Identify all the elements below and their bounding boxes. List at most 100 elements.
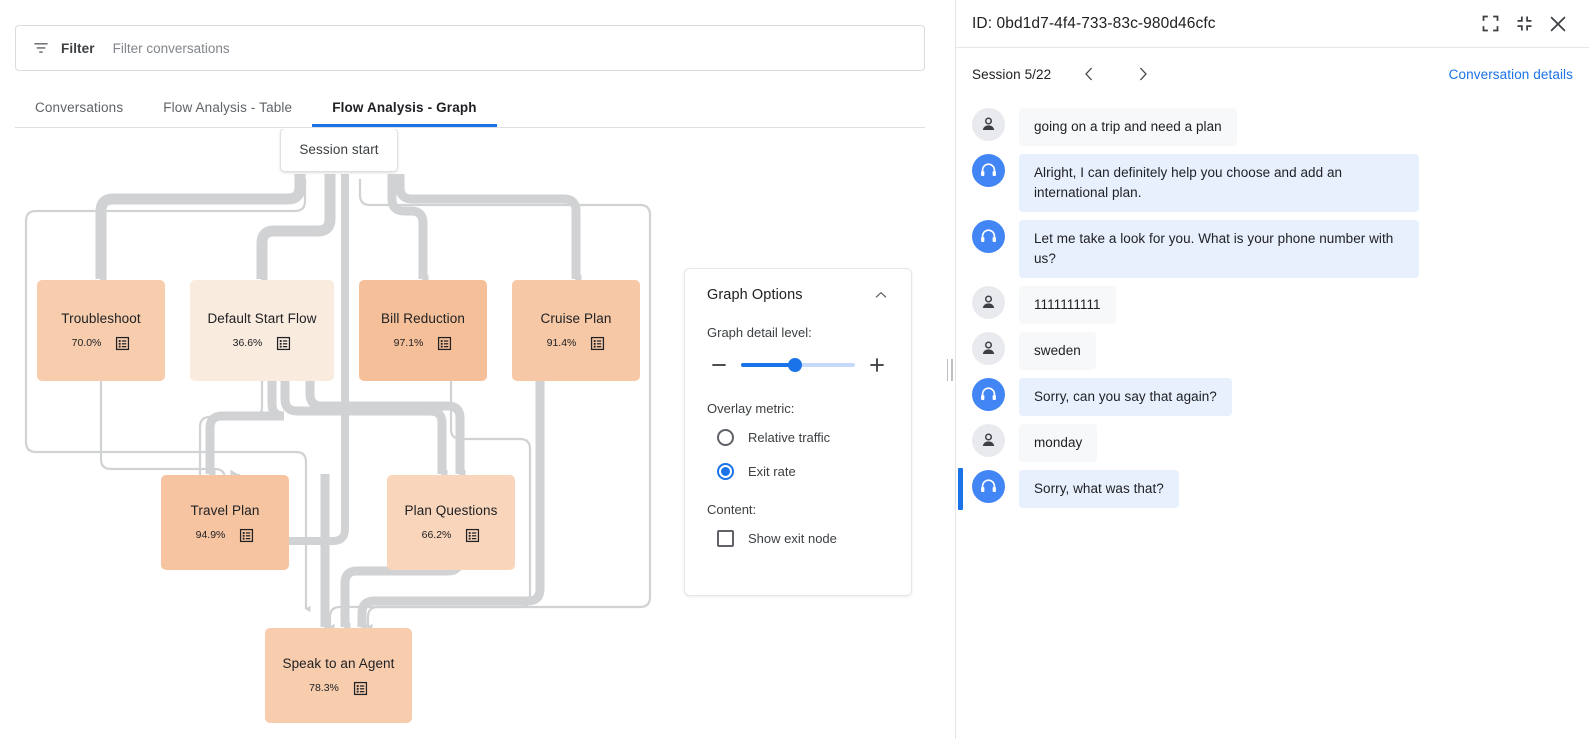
filter-icon (32, 39, 50, 57)
message-row: Sorry, can you say that again? (956, 374, 1589, 420)
chevron-left-icon (1080, 65, 1098, 83)
slider-fill (741, 363, 795, 367)
expand-icon (1480, 13, 1501, 34)
tab-label: Flow Analysis - Table (163, 100, 292, 115)
list-icon[interactable] (590, 336, 605, 351)
message-bubble: going on a trip and need a plan (1019, 108, 1237, 146)
avatar (972, 378, 1005, 411)
tab-label: Flow Analysis - Graph (332, 100, 476, 115)
node-label: Cruise Plan (541, 311, 612, 327)
message-bubble: sweden (1019, 332, 1096, 370)
filter-bar[interactable]: Filter Filter conversations (15, 25, 925, 71)
person-icon (979, 293, 998, 312)
message-row: going on a trip and need a plan (956, 104, 1589, 150)
node-label: Bill Reduction (381, 311, 465, 327)
headset-icon (979, 227, 998, 246)
conversation-id: ID: 0bd1d7-4f4-733-83c-980d46cfc (972, 15, 1473, 33)
node-label: Session start (299, 142, 378, 158)
radio-relative-traffic[interactable]: Relative traffic (707, 420, 889, 454)
node-percentage: 66.2% (422, 529, 452, 541)
filter-label: Filter (61, 41, 95, 56)
session-nav-group (1073, 58, 1159, 90)
graph-options-panel: Graph Options Graph detail level: (684, 268, 912, 596)
graph-options-header[interactable]: Graph Options (707, 287, 889, 303)
radio-button[interactable] (717, 429, 734, 446)
avatar (972, 286, 1005, 319)
node-percentage: 97.1% (394, 337, 424, 349)
close-icon (1547, 13, 1569, 35)
node-meta: 94.9% (196, 528, 255, 543)
checkbox-control[interactable] (717, 530, 734, 547)
message-row-highlighted: Sorry, what was that? (956, 466, 1589, 512)
headset-icon (979, 477, 998, 496)
person-icon (979, 339, 998, 358)
person-icon (979, 431, 998, 450)
graph-node-troubleshoot[interactable]: Troubleshoot 70.0% (37, 280, 165, 381)
message-row: sweden (956, 328, 1589, 374)
node-meta: 66.2% (422, 528, 481, 543)
node-percentage: 36.6% (233, 337, 263, 349)
node-percentage: 91.4% (547, 337, 577, 349)
session-navigation-bar: Session 5/22 Conversation details (956, 48, 1589, 100)
avatar (972, 332, 1005, 365)
tab-flow-analysis-table[interactable]: Flow Analysis - Table (143, 88, 312, 127)
message-bubble: Let me take a look for you. What is your… (1019, 220, 1419, 278)
tab-flow-analysis-graph[interactable]: Flow Analysis - Graph (312, 88, 496, 127)
app-root: Filter Filter conversations Conversation… (0, 0, 1589, 739)
radio-button[interactable] (717, 463, 734, 480)
graph-node-cruise-plan[interactable]: Cruise Plan 91.4% (512, 280, 640, 381)
increase-detail-button[interactable] (865, 353, 889, 377)
tab-bar: Conversations Flow Analysis - Table Flow… (15, 88, 925, 128)
headset-icon (979, 385, 998, 404)
graph-node-session-start[interactable]: Session start (280, 129, 398, 172)
graph-node-default-start-flow[interactable]: Default Start Flow 36.6% (190, 280, 334, 381)
slider-thumb[interactable] (788, 358, 802, 372)
list-icon[interactable] (276, 336, 291, 351)
plus-icon (867, 355, 887, 375)
conversation-header: ID: 0bd1d7-4f4-733-83c-980d46cfc (956, 0, 1589, 48)
message-row: Let me take a look for you. What is your… (956, 216, 1589, 282)
graph-node-travel-plan[interactable]: Travel Plan 94.9% (161, 475, 289, 570)
node-label: Troubleshoot (61, 311, 141, 327)
decrease-detail-button[interactable] (707, 353, 731, 377)
list-icon[interactable] (353, 681, 368, 696)
conversation-pane: ID: 0bd1d7-4f4-733-83c-980d46cfc (955, 0, 1589, 739)
list-icon[interactable] (239, 528, 254, 543)
chevron-up-icon[interactable] (873, 287, 889, 303)
flow-graph-canvas[interactable]: Session start Troubleshoot 70.0% Defau (0, 129, 944, 739)
checkbox-show-exit-node[interactable]: Show exit node (707, 521, 889, 555)
collapse-icon (1514, 13, 1535, 34)
previous-session-button[interactable] (1073, 58, 1105, 90)
avatar (972, 154, 1005, 187)
conversation-details-link[interactable]: Conversation details (1449, 67, 1573, 82)
node-label: Plan Questions (405, 503, 498, 519)
session-counter: Session 5/22 (972, 67, 1051, 82)
graph-node-plan-questions[interactable]: Plan Questions 66.2% (387, 475, 515, 570)
graph-detail-level-slider[interactable] (741, 363, 855, 367)
node-percentage: 70.0% (72, 337, 102, 349)
radio-exit-rate[interactable]: Exit rate (707, 454, 889, 488)
list-icon[interactable] (465, 528, 480, 543)
person-icon (979, 115, 998, 134)
collapse-button[interactable] (1507, 7, 1541, 41)
flow-analysis-pane: Filter Filter conversations Conversation… (0, 0, 945, 739)
message-bubble: monday (1019, 424, 1097, 462)
tab-conversations[interactable]: Conversations (15, 88, 143, 127)
next-session-button[interactable] (1127, 58, 1159, 90)
graph-node-speak-to-an-agent[interactable]: Speak to an Agent 78.3% (265, 628, 412, 723)
message-row: 1111111111 (956, 282, 1589, 328)
headset-icon (979, 161, 998, 180)
graph-node-bill-reduction[interactable]: Bill Reduction 97.1% (359, 280, 487, 381)
list-icon[interactable] (437, 336, 452, 351)
expand-button[interactable] (1473, 7, 1507, 41)
filter-input[interactable]: Filter conversations (113, 41, 230, 56)
content-label: Content: (707, 502, 889, 517)
node-meta: 70.0% (72, 336, 131, 351)
checkbox-label: Show exit node (748, 531, 837, 546)
avatar (972, 220, 1005, 253)
close-button[interactable] (1541, 7, 1575, 41)
pane-splitter[interactable] (944, 0, 955, 739)
node-meta: 36.6% (233, 336, 292, 351)
list-icon[interactable] (115, 336, 130, 351)
node-percentage: 94.9% (196, 529, 226, 541)
